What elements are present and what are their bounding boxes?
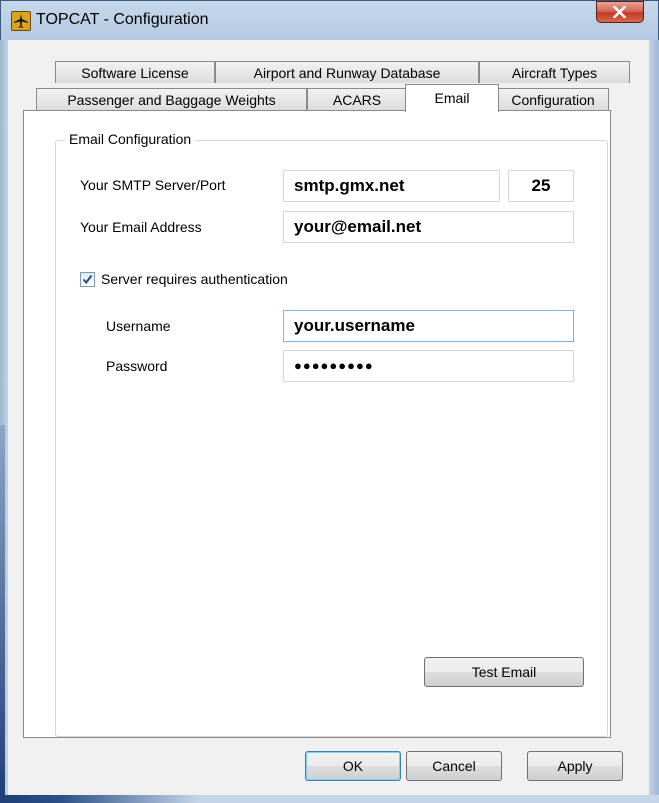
auth-checkbox[interactable] bbox=[80, 272, 95, 287]
frame-bottom-border bbox=[0, 795, 659, 803]
ok-button[interactable]: OK bbox=[305, 751, 401, 781]
smtp-label: Your SMTP Server/Port bbox=[80, 177, 226, 193]
tab-software-license[interactable]: Software License bbox=[55, 61, 215, 83]
tab-passenger-baggage-weights[interactable]: Passenger and Baggage Weights bbox=[36, 88, 307, 110]
close-icon bbox=[613, 6, 626, 18]
email-address-input[interactable]: your@email.net bbox=[283, 211, 574, 243]
airplane-icon bbox=[11, 11, 31, 31]
tab-email[interactable]: Email bbox=[405, 84, 499, 112]
password-input[interactable]: ●●●●●●●●● bbox=[283, 350, 574, 382]
tab-aircraft-types[interactable]: Aircraft Types bbox=[479, 61, 630, 83]
frame-left-shade bbox=[0, 425, 5, 800]
test-email-button[interactable]: Test Email bbox=[424, 657, 584, 687]
username-input[interactable]: your.username bbox=[283, 310, 574, 342]
email-address-label: Your Email Address bbox=[80, 219, 202, 235]
close-button[interactable] bbox=[596, 1, 644, 23]
group-title: Email Configuration bbox=[65, 131, 196, 147]
password-label: Password bbox=[106, 358, 168, 374]
username-label: Username bbox=[106, 318, 171, 334]
frame-right-border bbox=[649, 40, 659, 802]
tab-configuration[interactable]: Configuration bbox=[497, 88, 609, 110]
cancel-button[interactable]: Cancel bbox=[406, 751, 502, 781]
window-title: TOPCAT - Configuration bbox=[36, 11, 209, 28]
checkmark-icon bbox=[82, 274, 93, 285]
smtp-server-input[interactable]: smtp.gmx.net bbox=[283, 170, 500, 202]
tab-acars[interactable]: ACARS bbox=[307, 88, 407, 110]
auth-label[interactable]: Server requires authentication bbox=[101, 271, 288, 287]
apply-button[interactable]: Apply bbox=[527, 751, 623, 781]
smtp-port-input[interactable]: 25 bbox=[508, 170, 574, 202]
tab-airport-runway-database[interactable]: Airport and Runway Database bbox=[215, 61, 479, 83]
title-bar[interactable]: TOPCAT - Configuration bbox=[0, 0, 659, 40]
